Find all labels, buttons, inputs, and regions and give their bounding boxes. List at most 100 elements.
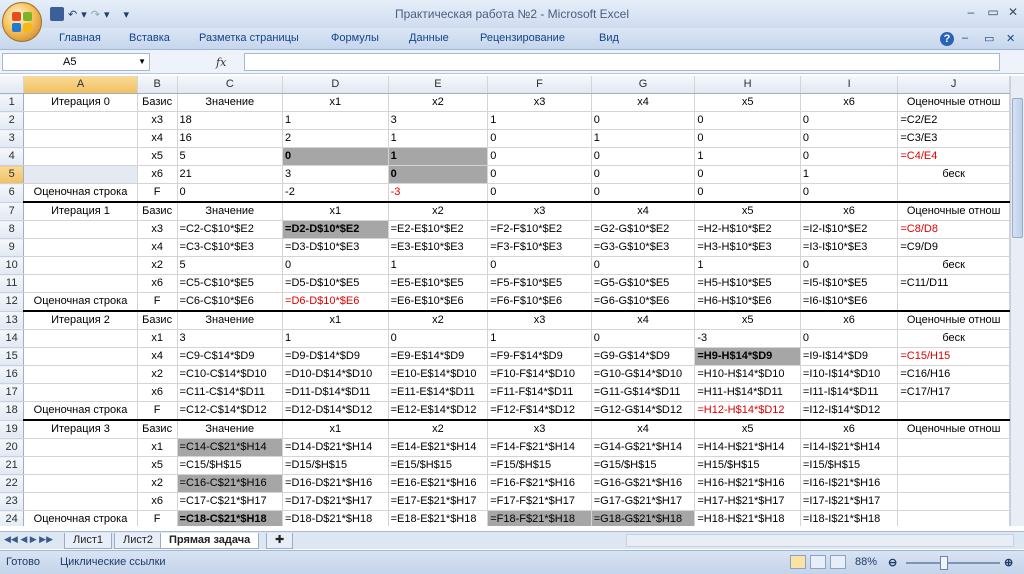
cell[interactable]: =I18-I$21*$H18: [800, 510, 899, 526]
cell[interactable]: 5: [177, 147, 284, 166]
cell[interactable]: =E18-E$21*$H18: [388, 510, 489, 526]
cell[interactable]: Базис: [137, 202, 178, 221]
cell[interactable]: x5: [694, 202, 801, 221]
cell[interactable]: [897, 456, 1010, 475]
cell[interactable]: x4: [591, 202, 696, 221]
cell[interactable]: Базис: [137, 311, 178, 330]
cell[interactable]: Оценочные отнош: [897, 420, 1010, 439]
cell[interactable]: [897, 438, 1010, 457]
cell[interactable]: =C15/$H$15: [177, 456, 284, 475]
cell[interactable]: =C17-C$21*$H17: [177, 492, 284, 511]
cell[interactable]: =C8/D8: [897, 220, 1010, 239]
cell[interactable]: 0: [177, 183, 284, 203]
cell[interactable]: [897, 401, 1010, 421]
cell[interactable]: 0: [487, 256, 592, 275]
cell[interactable]: [897, 474, 1010, 493]
worksheet-grid[interactable]: A B C D E F G H I J 1 Итерация 0 Базис Значение x1 x2 x3…: [0, 76, 1010, 526]
cell[interactable]: =G11-G$14*$D11: [591, 383, 696, 402]
cell[interactable]: беск: [897, 329, 1010, 348]
cell[interactable]: =F12-F$14*$D12: [487, 401, 592, 421]
cell[interactable]: =D9-D$14*$D9: [282, 347, 389, 366]
cell[interactable]: x1: [137, 329, 178, 348]
cell[interactable]: -2: [282, 183, 389, 203]
cell[interactable]: 0: [694, 111, 801, 130]
row-header[interactable]: 14: [0, 329, 25, 348]
row-header[interactable]: 3: [0, 129, 25, 148]
cell[interactable]: [897, 492, 1010, 511]
row-header[interactable]: 11: [0, 274, 25, 293]
cell[interactable]: =G16-G$21*$H16: [591, 474, 696, 493]
cell[interactable]: =G17-G$21*$H17: [591, 492, 696, 511]
cell[interactable]: =G15/$H$15: [591, 456, 696, 475]
insert-sheet-icon[interactable]: ✚: [266, 533, 294, 549]
cell[interactable]: x1: [282, 93, 389, 112]
cell[interactable]: =D3-D$10*$E3: [282, 238, 389, 257]
cell[interactable]: [23, 438, 138, 457]
cell[interactable]: [23, 147, 138, 166]
cell[interactable]: беск: [897, 165, 1010, 184]
cell[interactable]: x5: [694, 93, 801, 112]
cell[interactable]: =C9/D9: [897, 238, 1010, 257]
cell[interactable]: 0: [487, 129, 592, 148]
cell[interactable]: =G5-G$10*$E5: [591, 274, 696, 293]
cell[interactable]: 1: [282, 329, 389, 348]
cell[interactable]: F: [137, 183, 178, 203]
tab-formulas[interactable]: Формулы: [331, 32, 379, 44]
cell[interactable]: 1: [694, 256, 801, 275]
row-header[interactable]: 19: [0, 420, 25, 439]
row-header[interactable]: 4: [0, 147, 25, 166]
column-header[interactable]: C: [177, 76, 284, 94]
cell[interactable]: F: [137, 510, 178, 526]
column-header[interactable]: F: [487, 76, 592, 94]
cell[interactable]: [897, 183, 1010, 203]
cell[interactable]: Итерация 2: [23, 311, 138, 330]
cell[interactable]: x3: [487, 93, 592, 112]
cell[interactable]: 0: [487, 165, 592, 184]
row-header[interactable]: 1: [0, 93, 25, 112]
cell[interactable]: Оценочная строка: [23, 401, 138, 421]
cell[interactable]: =E10-E$14*$D10: [388, 365, 489, 384]
cell[interactable]: 1: [487, 329, 592, 348]
cell[interactable]: =C4/E4: [897, 147, 1010, 166]
cell[interactable]: 21: [177, 165, 284, 184]
cell[interactable]: =F5-F$10*$E5: [487, 274, 592, 293]
row-header[interactable]: 18: [0, 401, 25, 421]
cell[interactable]: x5: [137, 456, 178, 475]
normal-view-icon[interactable]: [790, 555, 806, 569]
cell[interactable]: =E15/$H$15: [388, 456, 489, 475]
cell[interactable]: =H18-H$21*$H18: [694, 510, 801, 526]
cell[interactable]: =H5-H$10*$E5: [694, 274, 801, 293]
cell[interactable]: =D17-D$21*$H17: [282, 492, 389, 511]
cell[interactable]: =D18-D$21*$H18: [282, 510, 389, 526]
cell[interactable]: =G3-G$10*$E3: [591, 238, 696, 257]
cell[interactable]: =I10-I$14*$D10: [800, 365, 899, 384]
cell[interactable]: =F17-F$21*$H17: [487, 492, 592, 511]
cell[interactable]: 18: [177, 111, 284, 130]
column-header[interactable]: E: [388, 76, 489, 94]
horizontal-scrollbar[interactable]: [626, 534, 1014, 547]
cell[interactable]: x3: [487, 420, 592, 439]
cell[interactable]: =I11-I$14*$D11: [800, 383, 899, 402]
cell[interactable]: =G6-G$10*$E6: [591, 292, 696, 312]
cell[interactable]: 5: [177, 256, 284, 275]
cell[interactable]: x4: [591, 311, 696, 330]
cell[interactable]: x2: [137, 365, 178, 384]
cell[interactable]: =I12-I$14*$D12: [800, 401, 899, 421]
cell[interactable]: =H9-H$14*$D9: [694, 347, 801, 366]
row-header[interactable]: 8: [0, 220, 25, 239]
cell[interactable]: x4: [137, 129, 178, 148]
cell[interactable]: [23, 129, 138, 148]
zoom-slider[interactable]: [906, 562, 1000, 564]
cell[interactable]: 0: [591, 111, 696, 130]
cell[interactable]: 16: [177, 129, 284, 148]
cell[interactable]: Базис: [137, 420, 178, 439]
cell[interactable]: 1: [388, 147, 489, 166]
cell[interactable]: x6: [800, 311, 899, 330]
zoom-out-icon[interactable]: ⊖: [888, 556, 897, 569]
cell[interactable]: [23, 492, 138, 511]
cell[interactable]: =C16-C$21*$H16: [177, 474, 284, 493]
cell[interactable]: 0: [388, 329, 489, 348]
cell[interactable]: [23, 329, 138, 348]
cell[interactable]: =F14-F$21*$H14: [487, 438, 592, 457]
cell[interactable]: x4: [137, 238, 178, 257]
